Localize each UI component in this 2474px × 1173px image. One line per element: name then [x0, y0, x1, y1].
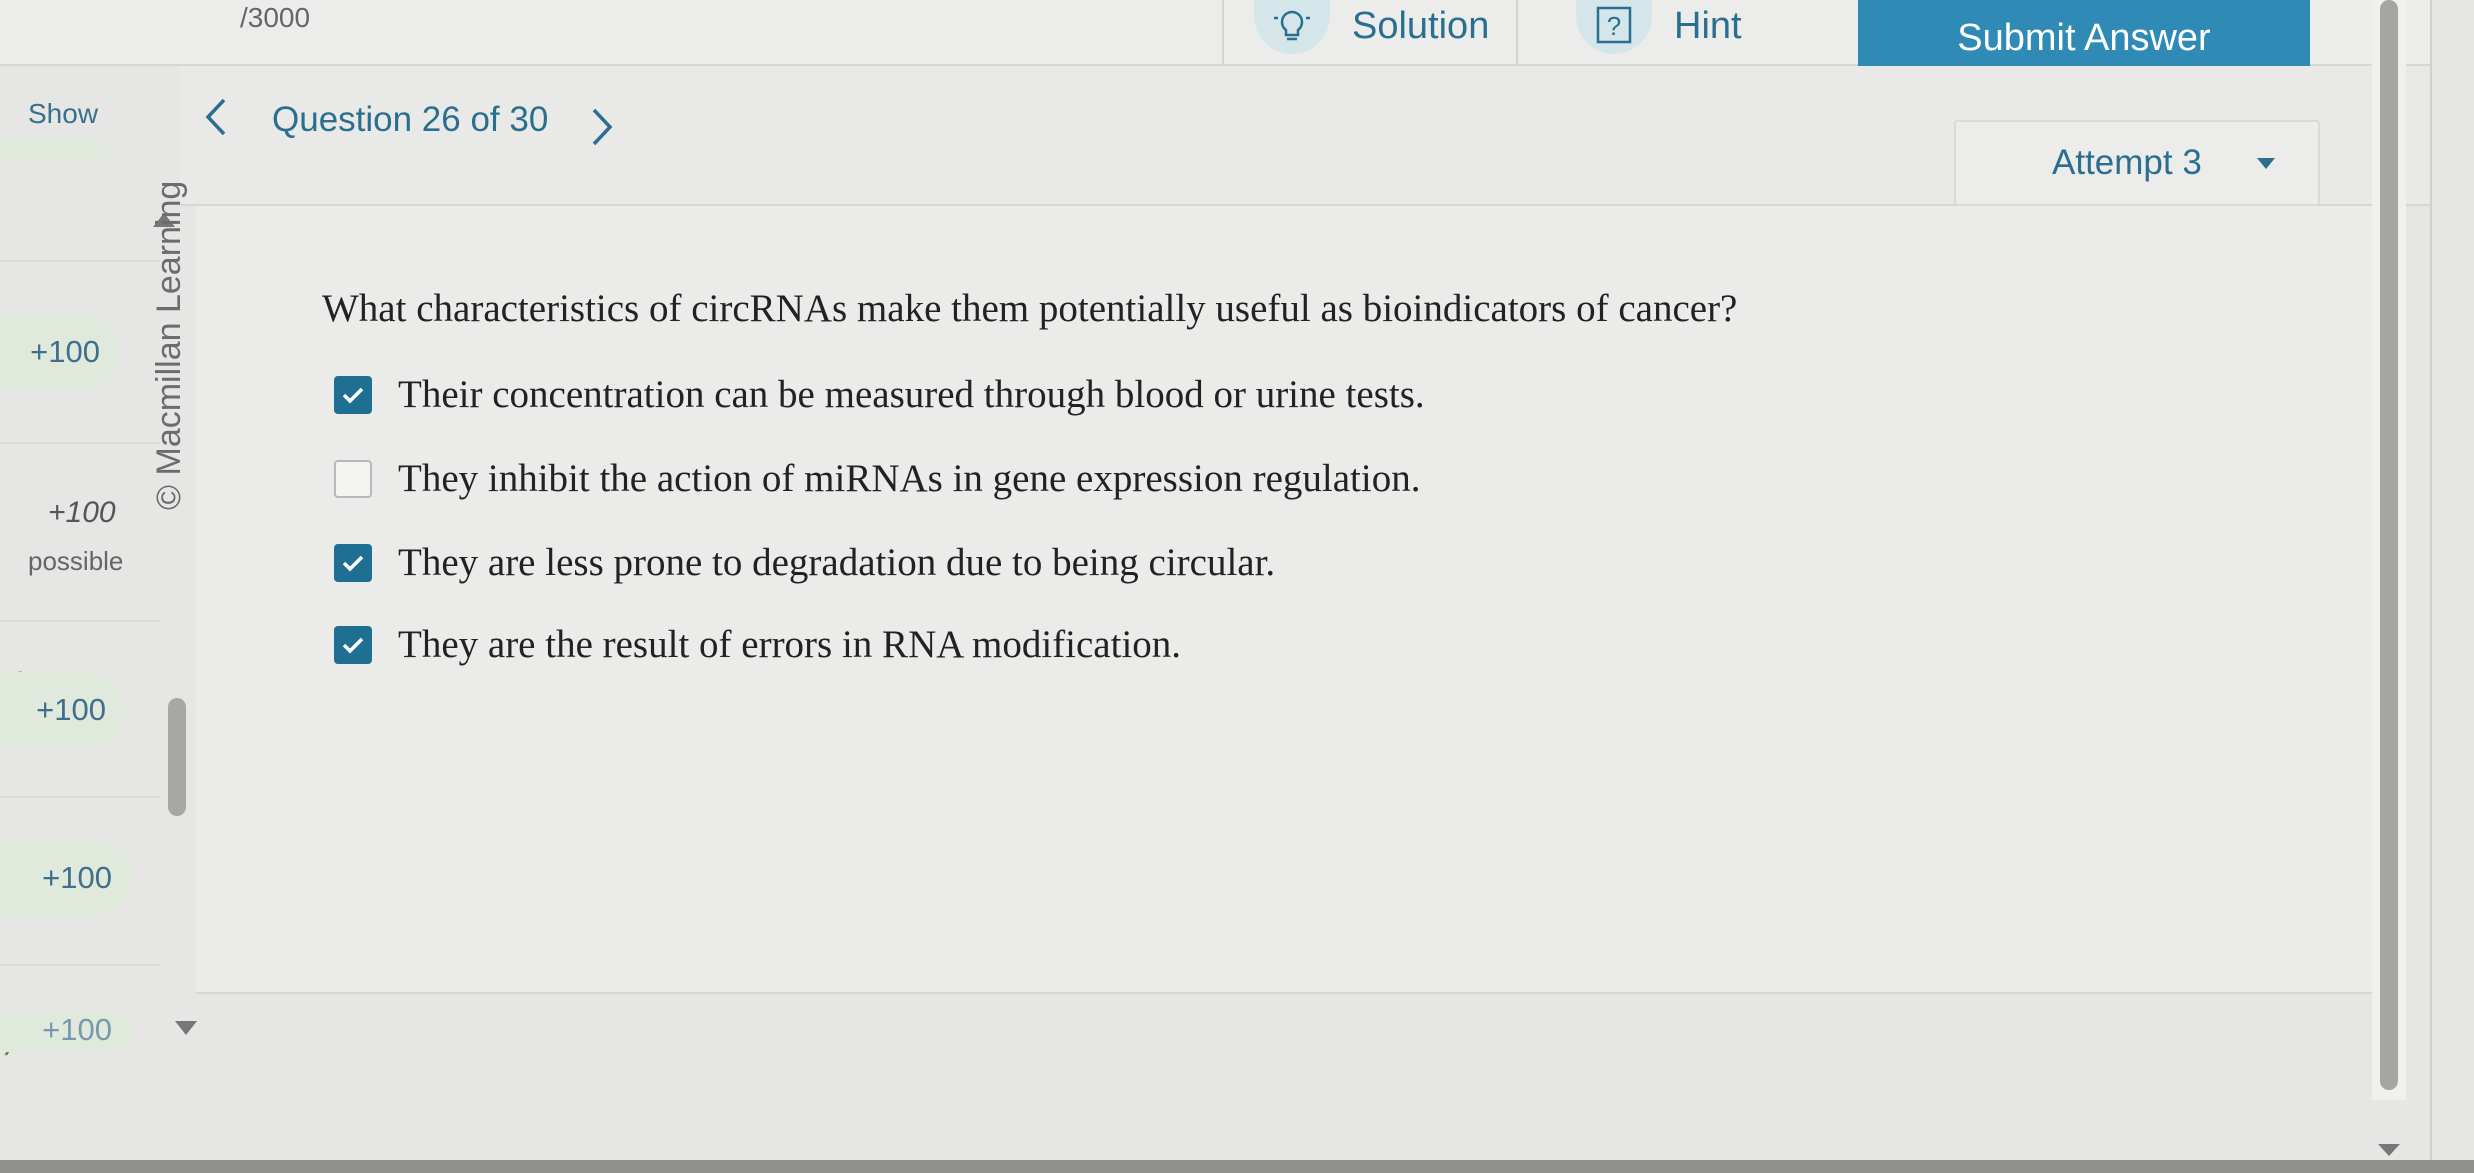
question-box-icon: ? — [1576, 0, 1652, 54]
chevron-right-icon — [592, 108, 613, 146]
sidebar-item-pill[interactable]: +100 — [0, 314, 120, 390]
points-total: /3000 — [240, 2, 311, 33]
screen-bottom-edge — [0, 1160, 2474, 1173]
checkmark-icon — [342, 637, 364, 653]
submit-answer-button[interactable]: Submit Answer — [1858, 0, 2310, 76]
toolbar-divider — [1516, 0, 1518, 64]
prev-question-button[interactable] — [200, 94, 230, 145]
lightbulb-icon — [1254, 0, 1330, 54]
sidebar-divider — [0, 442, 160, 444]
question-counter: Question 26 of 30 — [272, 100, 549, 139]
checkmark-icon — [342, 387, 364, 403]
checkbox-checked[interactable] — [334, 543, 372, 582]
sidebar-divider — [0, 620, 160, 622]
attempt-dropdown[interactable]: Attempt 3 — [1954, 120, 2320, 206]
hint-glyph: ? — [1607, 11, 1621, 41]
checkbox-checked[interactable] — [334, 375, 372, 414]
page-scrollbar-thumb[interactable] — [2380, 0, 2398, 1090]
toolbar-divider — [1222, 0, 1224, 64]
copyright-text: © Macmillan Learning — [150, 180, 188, 510]
sidebar-item-pill[interactable] — [0, 140, 110, 162]
sidebar-scrollbar[interactable] — [168, 698, 186, 816]
sidebar-divider — [0, 260, 160, 262]
answer-option-text: They are less prone to degradation due t… — [398, 541, 1276, 584]
checkbox-unchecked[interactable] — [334, 459, 372, 498]
sidebar-item-pill[interactable]: +100 — [0, 840, 132, 916]
answer-option-text: They are the result of errors in RNA mod… — [398, 623, 1182, 666]
answer-option[interactable]: They are the result of errors in RNA mod… — [334, 622, 1181, 667]
answer-option[interactable]: They are less prone to degradation due t… — [334, 540, 1275, 585]
answer-option[interactable]: They inhibit the action of miRNAs in gen… — [334, 456, 1420, 501]
next-question-button[interactable] — [588, 104, 618, 155]
possible-label: possible — [28, 546, 124, 576]
checkmark-icon — [342, 555, 364, 571]
hint-label: Hint — [1674, 4, 1742, 47]
answer-option-text: Their concentration can be measured thro… — [398, 373, 1425, 416]
answer-option-text: They inhibit the action of miRNAs in gen… — [398, 457, 1421, 500]
show-sidebar-button[interactable]: Show — [28, 98, 98, 130]
attempt-label: Attempt 3 — [2052, 143, 2202, 182]
answer-option[interactable]: Their concentration can be measured thro… — [334, 372, 1425, 417]
window-edge — [2430, 0, 2432, 1173]
chevron-left-icon — [205, 98, 226, 136]
sidebar-divider — [0, 796, 160, 798]
question-text: What characteristics of circRNAs make th… — [322, 287, 1738, 330]
possible-points: +100 — [48, 496, 116, 529]
sidebar-item-pill[interactable]: +100 — [0, 1012, 132, 1052]
checkbox-checked[interactable] — [334, 625, 372, 664]
sidebar-item-pill[interactable]: +100 — [0, 672, 126, 748]
hint-button[interactable]: ? Hint — [1576, 0, 1742, 54]
scroll-down-arrow-icon[interactable] — [172, 1018, 200, 1038]
caret-down-icon — [2257, 158, 2275, 169]
solution-label: Solution — [1352, 4, 1490, 47]
scroll-down-arrow-icon[interactable] — [2372, 1140, 2406, 1160]
solution-button[interactable]: Solution — [1254, 0, 1490, 54]
sidebar-divider — [0, 964, 160, 966]
